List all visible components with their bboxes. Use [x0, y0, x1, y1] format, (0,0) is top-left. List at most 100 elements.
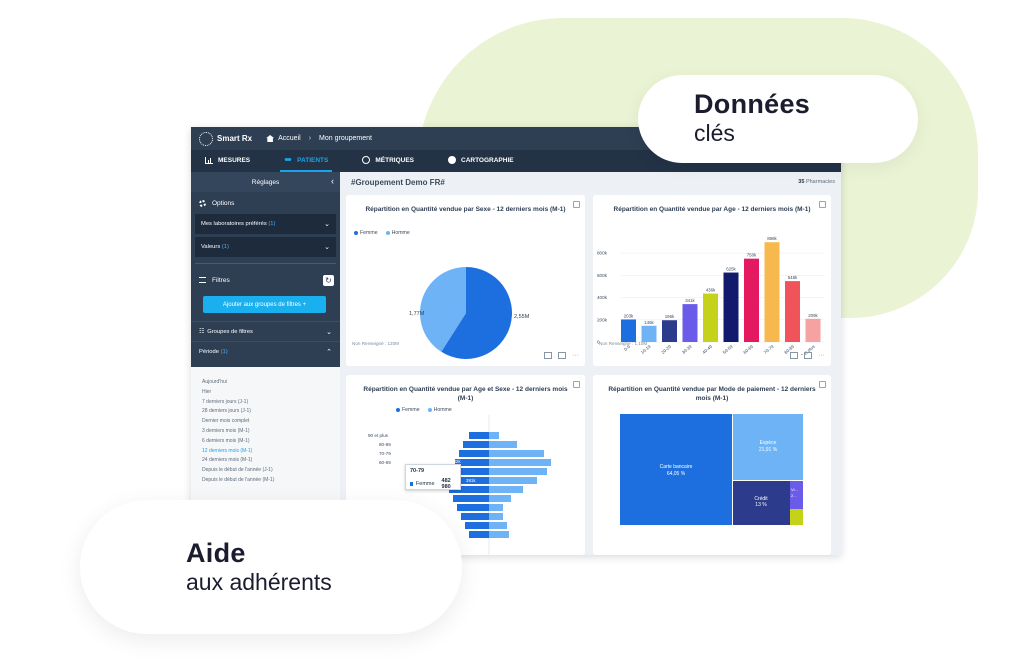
refresh-button[interactable]: ↻: [323, 274, 334, 286]
legend-item-femme[interactable]: Femme: [396, 407, 420, 413]
bar-homme[interactable]: [489, 450, 544, 457]
bar[interactable]: [805, 318, 821, 342]
bar[interactable]: [621, 319, 636, 342]
period-option[interactable]: Hier: [202, 389, 340, 399]
data-label: 436k: [706, 288, 716, 293]
globe-icon: [448, 156, 456, 164]
bar-homme[interactable]: [489, 441, 517, 448]
treemap-value: 2...: [791, 493, 797, 498]
bar-femme[interactable]: [469, 531, 489, 538]
pharmacies-label: Pharmacies: [805, 179, 835, 185]
legend-item-homme[interactable]: Homme: [385, 230, 410, 236]
treemap-chart: Carte bancaire 64,05 % Espèce 21,91 % Cr…: [620, 414, 803, 525]
bar-femme[interactable]: [461, 513, 489, 520]
tab-patients[interactable]: PATIENTS: [280, 150, 333, 172]
treemap-cell-other[interactable]: [790, 509, 803, 525]
bar[interactable]: [662, 320, 677, 342]
main-content: #Groupement Demo FR# 35 Pharmacies Répar…: [340, 172, 841, 555]
chart-tools: ···: [544, 352, 579, 359]
x-tick-label: 50-59: [722, 344, 734, 355]
tab-cartographie[interactable]: CARTOGRAPHIE: [444, 150, 518, 172]
bar-femme[interactable]: [463, 441, 489, 448]
add-filter-group-button[interactable]: Ajouter aux groupes de filtres +: [203, 296, 326, 313]
period-option[interactable]: 24 derniers mois (M-1): [202, 457, 340, 467]
tooltip-category: 70-79: [410, 468, 425, 474]
period-option-selected[interactable]: 12 derniers mois (M-1): [202, 448, 340, 458]
legend-item-femme[interactable]: Femme: [354, 230, 378, 236]
bar-femme[interactable]: [465, 522, 489, 529]
bar-homme[interactable]: [489, 513, 503, 520]
tick-label: 70-79: [379, 451, 391, 456]
breadcrumb-home[interactable]: Accueil: [278, 135, 301, 142]
gauge-icon: [362, 156, 371, 164]
bar[interactable]: [744, 258, 759, 342]
tab-mesures[interactable]: MESURES: [201, 150, 254, 172]
expand-icon[interactable]: [573, 381, 580, 388]
period-option[interactable]: Depuis le début de l'année (M-1): [202, 477, 340, 487]
group-title: #Groupement Demo FR#: [351, 177, 445, 187]
more-icon[interactable]: ···: [818, 352, 825, 359]
bar[interactable]: [785, 281, 800, 342]
period-option[interactable]: 7 derniers jours (J-1): [202, 399, 340, 409]
period-option[interactable]: Dernier mois complet: [202, 418, 340, 428]
legend-dot: [396, 408, 400, 412]
table-view-icon[interactable]: [790, 352, 798, 359]
values-dropdown[interactable]: Valeurs (1) ⌄: [195, 237, 336, 257]
tooltip-swatch: [410, 482, 413, 486]
bar-femme[interactable]: [459, 450, 489, 457]
caption-title: Aide: [186, 538, 246, 568]
period-dropdown[interactable]: Période (1) ⌃: [191, 341, 340, 361]
bar-homme[interactable]: [489, 486, 523, 493]
bar-homme[interactable]: [489, 522, 507, 529]
export-icon[interactable]: [804, 352, 812, 359]
data-label: 898k: [767, 236, 777, 241]
period-option[interactable]: Aujourd'hui: [202, 379, 340, 389]
bar-homme[interactable]: [489, 459, 551, 466]
period-option[interactable]: 3 derniers mois (M-1): [202, 428, 340, 438]
bar-homme[interactable]: [489, 432, 499, 439]
legend-label: Femme: [402, 407, 420, 413]
labs-label: Mes laboratoires préférés (1): [201, 221, 275, 227]
bar[interactable]: [723, 272, 739, 342]
logo[interactable]: Smart Rx: [199, 131, 252, 146]
bar[interactable]: [682, 304, 698, 342]
bar-homme[interactable]: [489, 531, 509, 538]
bar-homme[interactable]: [489, 504, 503, 511]
bar-femme[interactable]: [453, 495, 489, 502]
legend-item-homme[interactable]: Homme: [427, 407, 452, 413]
bar-homme[interactable]: [489, 477, 537, 484]
period-option[interactable]: 28 derniers jours (J-1): [202, 408, 340, 418]
more-icon[interactable]: ···: [572, 352, 579, 359]
bar-homme[interactable]: [489, 468, 547, 475]
sidebar-header: Réglages ‹: [191, 172, 340, 192]
period-text: Période: [199, 348, 219, 355]
filter-groups-label: Groupes de filtres: [207, 328, 253, 335]
bar[interactable]: [641, 325, 657, 342]
caption-title: Données: [694, 89, 811, 119]
export-icon[interactable]: [558, 352, 566, 359]
bar-femme[interactable]: [469, 432, 489, 439]
labs-dropdown[interactable]: Mes laboratoires préférés (1) ⌄: [195, 214, 336, 234]
legend-label: Homme: [391, 230, 410, 236]
add-filter-group-label: Ajouter aux groupes de filtres: [222, 301, 301, 308]
y-tick-label: 400k: [597, 295, 608, 300]
bar-femme[interactable]: [457, 504, 489, 511]
table-view-icon[interactable]: [544, 352, 552, 359]
treemap-value: 13 %: [755, 502, 767, 508]
users-icon: [284, 156, 293, 164]
bar[interactable]: [764, 242, 780, 342]
chart-card-payment: Répartition en Quantité vendue par Mode …: [593, 375, 831, 555]
data-label: 625k: [726, 267, 736, 272]
bar[interactable]: [703, 293, 718, 342]
chevron-up-icon: ⌃: [326, 348, 332, 356]
period-option[interactable]: 6 derniers mois (M-1): [202, 438, 340, 448]
bar-chart: 0200k400k600k800k203k0-9146k10-19196k20-…: [597, 236, 825, 355]
home-icon[interactable]: [266, 135, 275, 142]
period-option[interactable]: Depuis le début de l'année (J-1): [202, 467, 340, 477]
bar-homme[interactable]: [489, 495, 511, 502]
expand-icon[interactable]: [573, 201, 580, 208]
collapse-icon[interactable]: ‹: [331, 176, 334, 186]
filter-groups-dropdown[interactable]: ☷ Groupes de filtres ⌄: [191, 321, 340, 341]
expand-icon[interactable]: [819, 201, 826, 208]
tab-metriques[interactable]: MÉTRIQUES: [358, 150, 418, 172]
